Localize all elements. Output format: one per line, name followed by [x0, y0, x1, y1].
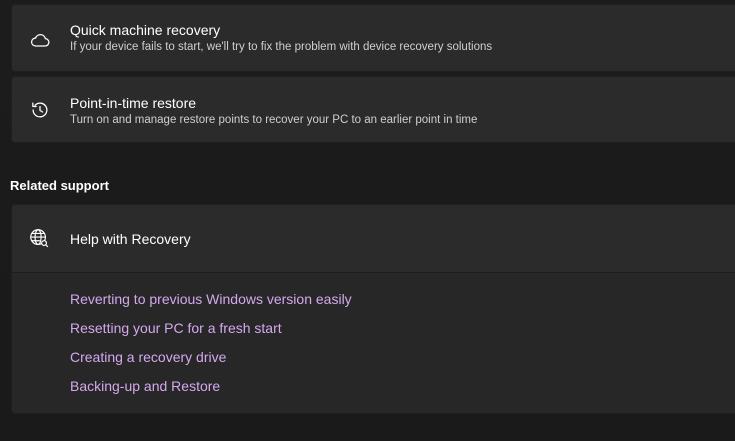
globe-icon [28, 227, 50, 249]
quick-machine-recovery-description: If your device fails to start, we'll try… [70, 41, 493, 53]
help-with-recovery-card: Help with Recovery Reverting to previous… [11, 204, 735, 414]
link-resetting-pc[interactable]: Resetting your PC for a fresh start [70, 320, 352, 349]
quick-machine-recovery-card[interactable]: Quick machine recovery If your device fa… [11, 4, 735, 72]
help-with-recovery-title: Help with Recovery [70, 231, 191, 247]
cloud-icon [29, 29, 51, 51]
quick-machine-recovery-title: Quick machine recovery [70, 22, 221, 38]
point-in-time-restore-card[interactable]: Point-in-time restore Turn on and manage… [11, 76, 735, 143]
history-icon [29, 99, 51, 121]
link-backing-up-restore[interactable]: Backing-up and Restore [70, 378, 352, 407]
point-in-time-restore-description: Turn on and manage restore points to rec… [70, 114, 478, 126]
related-support-heading: Related support [10, 178, 109, 193]
help-with-recovery-header[interactable]: Help with Recovery [12, 205, 735, 273]
link-creating-recovery-drive[interactable]: Creating a recovery drive [70, 349, 352, 378]
point-in-time-restore-title: Point-in-time restore [70, 95, 197, 111]
link-reverting-windows-version[interactable]: Reverting to previous Windows version ea… [70, 291, 352, 320]
help-links-list: Reverting to previous Windows version ea… [70, 291, 352, 407]
